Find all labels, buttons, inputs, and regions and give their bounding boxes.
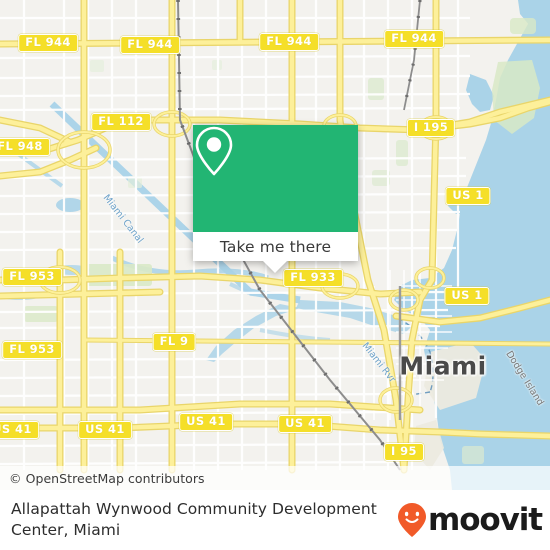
- road-shield: FL 944: [18, 34, 78, 52]
- callout-action-bar[interactable]: Take me there: [193, 232, 358, 261]
- road-shield: US 41: [0, 421, 39, 439]
- footer-bar: Allapattah Wynwood Community Development…: [0, 490, 550, 550]
- road-shield: FL 953: [2, 268, 62, 286]
- road-shield: FL 944: [384, 30, 444, 48]
- location-callout-card[interactable]: Take me there: [193, 125, 358, 273]
- road-shield: US 41: [179, 413, 233, 431]
- city-label-miami: Miami: [399, 351, 487, 381]
- road-shield: FL 948: [0, 138, 50, 156]
- moovit-logo[interactable]: moovit: [397, 501, 543, 538]
- road-shield: FL 933: [283, 269, 343, 287]
- map-pin-icon: [195, 126, 233, 176]
- road-shield: US 41: [78, 421, 132, 439]
- road-shield: US 41: [278, 415, 332, 433]
- callout-image-panel: [193, 125, 358, 232]
- road-shield: FL 944: [259, 33, 319, 51]
- road-shield: FL 9: [152, 333, 196, 351]
- map-attribution-bar: © OpenStreetMap contributors: [0, 466, 550, 490]
- callout-tail: [263, 261, 287, 273]
- road-shield: I 195: [406, 119, 456, 137]
- osm-attribution-text: © OpenStreetMap contributors: [9, 470, 205, 486]
- road-shield: US 1: [445, 187, 491, 205]
- location-title: Allapattah Wynwood Community Development…: [11, 500, 377, 539]
- take-me-there-label: Take me there: [219, 237, 332, 256]
- map-screenshot: FL 944 FL 944 FL 944 FL 944 FL 112 I 195…: [0, 0, 550, 550]
- road-shield: FL 953: [2, 341, 62, 359]
- road-shield: FL 112: [91, 113, 151, 131]
- road-shield: FL 944: [120, 36, 180, 54]
- map-canvas[interactable]: FL 944 FL 944 FL 944 FL 944 FL 112 I 195…: [0, 0, 550, 490]
- moovit-smiley-pin-icon: [398, 503, 426, 537]
- moovit-wordmark: moovit: [428, 501, 543, 538]
- road-shield: I 95: [384, 443, 424, 461]
- road-shield: US 1: [444, 287, 490, 305]
